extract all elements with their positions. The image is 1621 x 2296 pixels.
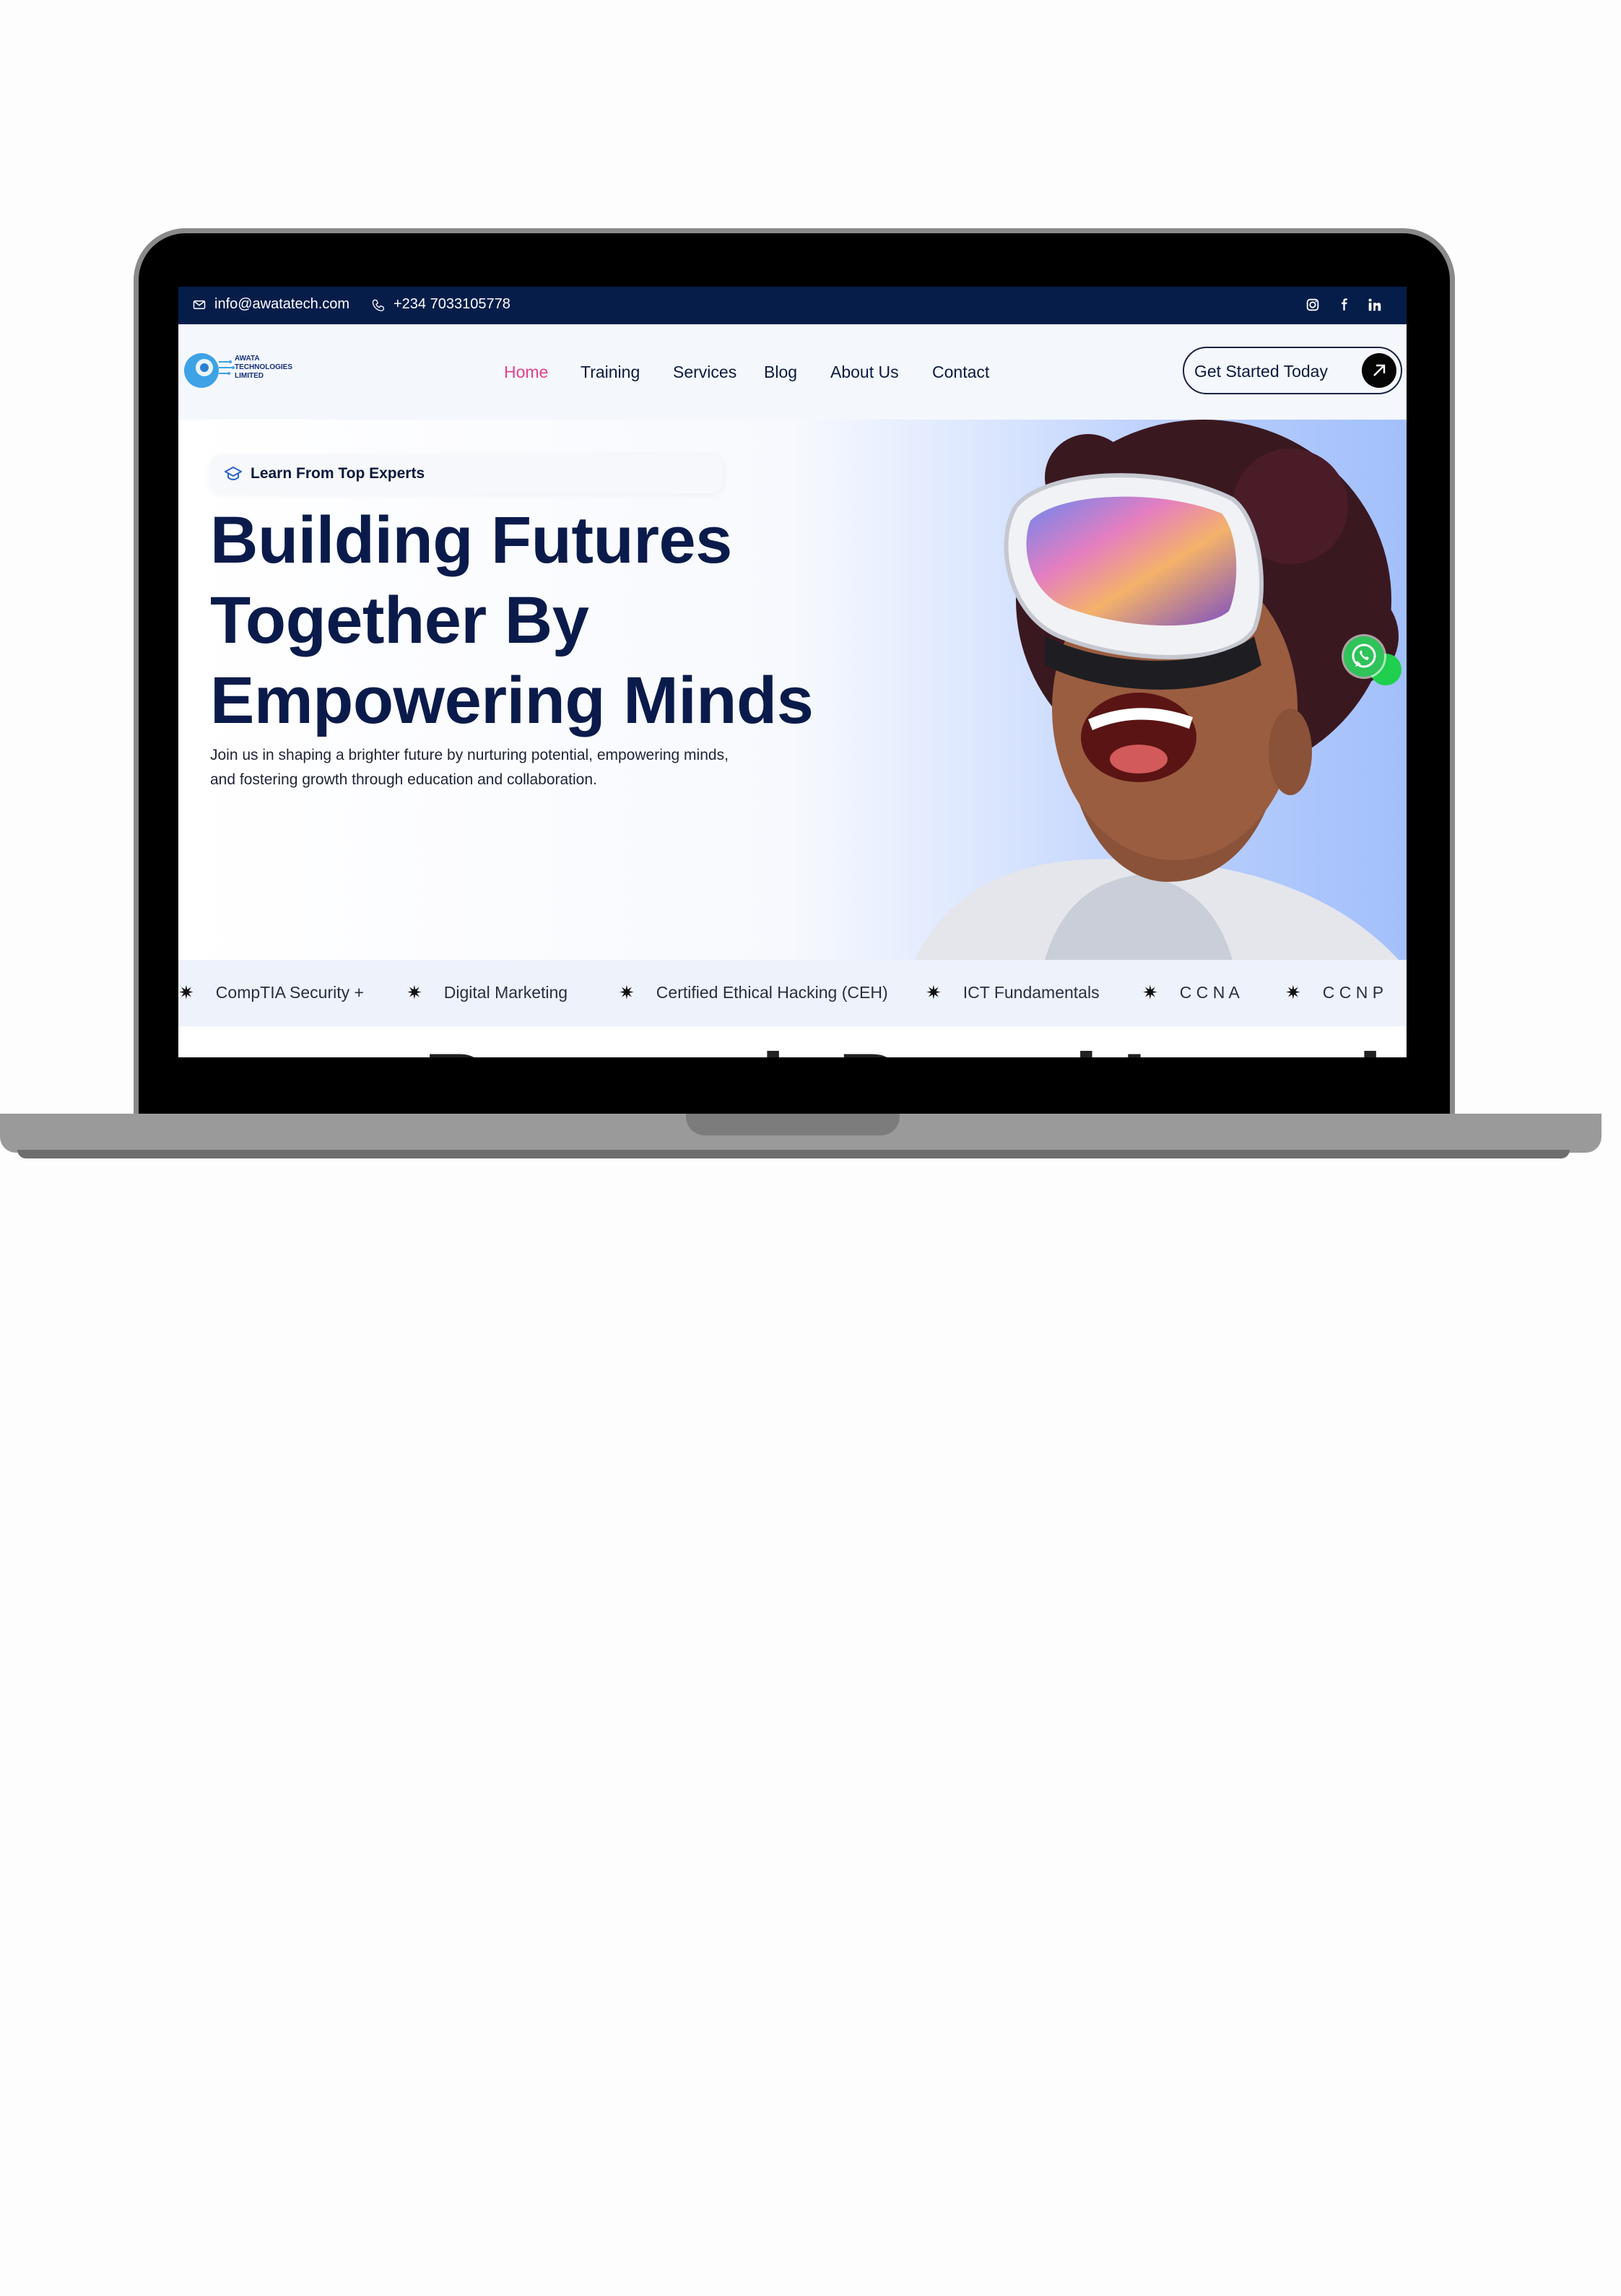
star-burst-icon: ✷ (178, 982, 194, 1003)
vr-headset-person-image (915, 420, 1399, 960)
whatsapp-chat-button[interactable] (1344, 636, 1384, 677)
headline-line1: Building Futures (210, 503, 732, 577)
next-section-heading: Research Based Learning (424, 1034, 1407, 1057)
hero-headline: Building Futures Together By Empowering … (210, 501, 860, 741)
ticker-label: CompTIA Security + (215, 983, 364, 1002)
whatsapp-icon (1352, 644, 1376, 668)
main-navbar: AWATA TECHNOLOGIES LIMITED Home Training… (178, 324, 1407, 420)
star-burst-icon: ✷ (1142, 982, 1158, 1003)
ticker-label: C C N P (1322, 983, 1384, 1002)
phone-icon (372, 299, 385, 311)
email-contact[interactable]: info@awatatech.com (193, 296, 349, 313)
ticker-item[interactable]: ✷ CompTIA Security + (178, 982, 364, 1004)
ticker-item[interactable]: ✷ C C N A (1142, 982, 1240, 1004)
mail-icon (193, 300, 206, 309)
star-burst-icon: ✷ (1285, 982, 1301, 1003)
hero-section: Learn From Top Experts Building Futures … (178, 420, 1407, 960)
subtext-line2: and fostering growth through education a… (210, 771, 597, 788)
ticker-item[interactable]: ✷ Digital Marketing (407, 982, 568, 1004)
hero-subtext: Join us in shaping a brighter future by … (210, 743, 817, 792)
ticker-item[interactable]: ✷ C C N P (1285, 982, 1383, 1004)
brand-name-line2: TECHNOLOGIES (235, 363, 293, 371)
headline-line3: Empowering Minds (210, 664, 814, 737)
badge-text: Learn From Top Experts (251, 465, 425, 482)
ticker-label: ICT Fundamentals (962, 983, 1100, 1002)
ticker-label: C C N A (1179, 983, 1240, 1002)
nav-home[interactable]: Home (504, 363, 548, 382)
brand-name-line1: AWATA (235, 355, 260, 363)
get-started-label: Get Started Today (1194, 362, 1328, 381)
instagram-icon[interactable] (1305, 297, 1321, 313)
experts-badge: Learn From Top Experts (210, 454, 723, 493)
course-ticker: ✷ CompTIA Security + ✷ Digital Marketing ✷… (178, 960, 1407, 1026)
subtext-line1: Join us in shaping a brighter future by … (210, 747, 729, 763)
phone-contact[interactable]: +234 7033105778 (372, 296, 510, 313)
contact-topbar: info@awatatech.com +234 7033105778 (178, 287, 1407, 324)
nav-about-us[interactable]: About Us (830, 363, 899, 382)
star-burst-icon: ✷ (926, 982, 942, 1003)
ticker-label: Certified Ethical Hacking (CEH) (656, 983, 888, 1002)
laptop-base-shadow (17, 1150, 1570, 1158)
star-burst-icon: ✷ (619, 982, 635, 1003)
arrow-up-right-icon (1362, 353, 1396, 388)
headline-line2: Together By (210, 584, 589, 657)
facebook-icon[interactable] (1337, 297, 1352, 313)
ticker-item[interactable]: ✷ Certified Ethical Hacking (CEH) (619, 982, 888, 1004)
nav-contact[interactable]: Contact (932, 363, 989, 382)
laptop-notch (686, 1114, 900, 1135)
ticker-item[interactable]: ✷ ICT Fundamentals (926, 982, 1100, 1004)
brand-name: AWATA TECHNOLOGIES LIMITED (235, 355, 314, 381)
graduation-cap-icon (225, 466, 242, 481)
linkedin-icon[interactable] (1367, 297, 1383, 313)
nav-blog[interactable]: Blog (764, 363, 797, 382)
browser-screen: info@awatatech.com +234 7033105778 AWATA… (178, 287, 1407, 1057)
get-started-button[interactable]: Get Started Today (1183, 347, 1402, 394)
nav-services[interactable]: Services (673, 363, 736, 382)
phone-text: +234 7033105778 (394, 296, 510, 312)
brand-name-line3: LIMITED (235, 372, 264, 380)
star-burst-icon: ✷ (407, 982, 422, 1003)
nav-training[interactable]: Training (581, 363, 640, 382)
ticker-label: Digital Marketing (443, 983, 568, 1002)
email-text: info@awatatech.com (214, 296, 350, 312)
